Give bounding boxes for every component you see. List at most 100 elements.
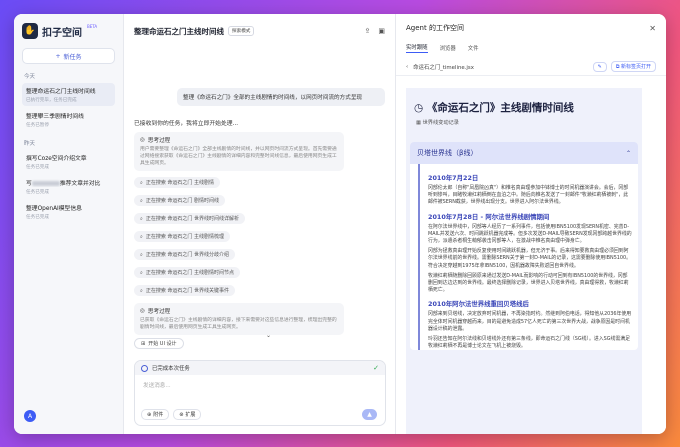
- check-icon: ✓: [373, 364, 379, 372]
- section-header[interactable]: 贝塔世界线（β线） ⌃: [410, 142, 638, 164]
- expand-button[interactable]: ⊛ 扩展: [173, 409, 202, 420]
- beta-badge: BETA: [87, 24, 98, 29]
- task-title: 整理OpenAI模型信息: [26, 206, 82, 212]
- sidebar-task-item[interactable]: 整理OpenAI模型信息 任务已完成: [22, 200, 115, 223]
- clock-icon: ◷: [414, 102, 427, 114]
- chevron-left-icon[interactable]: ‹: [406, 64, 408, 70]
- ui-design-icon: ⊞: [141, 340, 146, 347]
- group-label-yesterday: 昨天: [24, 141, 36, 147]
- open-new-tab-button[interactable]: ⧉ 新标签页打开: [610, 61, 656, 72]
- event-date: 2010年阿尔法世界线重回贝塔线后: [428, 300, 529, 309]
- task-status: 任务已完成: [26, 190, 49, 195]
- thinking-label: 思考过程: [147, 309, 171, 315]
- chat-title: 整理命运石之门主线时间线: [134, 26, 224, 36]
- sidebar-task-item[interactable]: 整理命运石之门主线时间线 已执行完毕，任务已完成: [22, 83, 115, 106]
- chat-header: 整理命运石之门主线时间线 探索模式 ⇪ ▣: [124, 14, 395, 48]
- send-icon: ▲: [367, 411, 372, 418]
- panel-toggle-icon[interactable]: ▣: [378, 27, 385, 35]
- search-icon: ⌕: [140, 215, 143, 222]
- task-status: 任务已完成: [26, 215, 49, 220]
- search-step-label: 正在搜索 命运石之门 主线剧情: [145, 180, 214, 186]
- search-step[interactable]: ⌕ 正在搜索 命运石之门 世界线时间线详解析: [134, 213, 245, 224]
- message-input[interactable]: 发送消息...: [135, 375, 385, 395]
- search-step-label: 正在搜索 命运石之门 世界线时间线详解析: [145, 216, 239, 222]
- brand-name: 扣子空间: [42, 27, 82, 39]
- attach-button[interactable]: ⊕ 附件: [141, 409, 170, 420]
- search-step[interactable]: ⌕ 正在搜索 命运石之门 世界线关键事件: [134, 285, 235, 296]
- event-text: 冈部伦太郎（自称"凤凰院凶真"）和椎名真由理参加中钵博士的时间机器演讲会。会后，…: [428, 185, 629, 206]
- open-new-tab-label: 新标签页打开: [620, 64, 651, 70]
- event-text: 冈部为拯救真由理开始反复使用时间跳跃机器，但无济于事。后来得知要救真由理必须回到…: [428, 248, 632, 269]
- thinking-text: 已获取《命运石之门》主线剧情的详细内容，接下来需要对这些信息进行整理，梳理出完整…: [140, 318, 337, 330]
- user-message: 整理《命运石之门》全部的主线剧情的时间线，以网页时间流的方式呈现: [177, 88, 385, 106]
- avatar[interactable]: A: [24, 410, 36, 422]
- search-step-label: 正在搜索 命运石之门 主线剧情梳理: [145, 234, 224, 240]
- doc-title: ◷ 《命运石之门》主线剧情时间线: [406, 88, 642, 115]
- search-step-label: 正在搜索 命运石之门 世界线分歧介绍: [145, 252, 229, 258]
- doc-title-text: 《命运石之门》主线剧情时间线: [426, 102, 574, 114]
- tab-files[interactable]: 文件: [468, 44, 479, 52]
- event-text: 牧濑红莉栖随删除回顾原来通过发送D-MAIL而影响的行动可回到有IBN5100的…: [428, 272, 629, 294]
- task-title: 撰写Coze空间介绍文章: [26, 156, 87, 162]
- thinking-block[interactable]: ◎ 思考过程 用户需要整理《命运石之门》全部主线剧情的时间线，并以网页时间流方式呈…: [134, 132, 344, 171]
- search-icon: ⌕: [140, 179, 143, 186]
- search-icon: ⌕: [140, 251, 143, 258]
- sidebar-task-item[interactable]: 写推荐文章并对比 任务已完成: [22, 175, 115, 198]
- sidebar-task-item[interactable]: 整理攀三季剧情时间线 任务已暂停: [22, 108, 115, 131]
- assistant-reply: 已接收到你的任务，我将立即开始处理...: [134, 121, 239, 127]
- chevron-up-icon: ⌃: [625, 149, 631, 157]
- plus-icon: +: [55, 52, 61, 60]
- task-done-bar[interactable]: 已完成本次任务 ✓: [135, 361, 385, 375]
- thinking-icon: ◎: [140, 308, 145, 314]
- sidebar: ✋ 扣子空间 BETA + 新任务 今天 整理命运石之门主线时间线 已执行完毕，…: [14, 14, 124, 434]
- search-step[interactable]: ⌕ 正在搜索 命运石之门 主线剧情: [134, 177, 220, 188]
- app-window: ✋ 扣子空间 BETA + 新任务 今天 整理命运石之门主线时间线 已执行完毕，…: [14, 14, 666, 434]
- thinking-label: 思考过程: [147, 138, 171, 144]
- share-icon[interactable]: ⇪: [365, 27, 371, 35]
- search-step[interactable]: ⌕ 正在搜索 命运石之门 世界线分歧介绍: [134, 249, 235, 260]
- task-title: 整理命运石之门主线时间线: [26, 89, 96, 95]
- task-title-prefix: 写: [26, 181, 32, 187]
- workspace-tabs: 实时跟随 浏览器 文件: [396, 42, 666, 54]
- search-step-label: 正在搜索 命运石之门 世界线关键事件: [145, 288, 229, 294]
- task-status: 任务已暂停: [26, 123, 49, 128]
- group-label-today: 今天: [24, 74, 36, 80]
- composer: 已完成本次任务 ✓ 发送消息... ⊕ 附件 ⊛ 扩展 ▲: [134, 360, 386, 426]
- sidebar-task-item[interactable]: 撰写Coze空间介绍文章 任务已完成: [22, 150, 115, 173]
- task-title: 整理攀三季剧情时间线: [26, 114, 84, 120]
- edit-icon[interactable]: ✎: [592, 61, 607, 72]
- section-title: 贝塔世界线（β线）: [417, 149, 478, 157]
- tab-browser[interactable]: 浏览器: [440, 44, 456, 52]
- search-icon: ⌕: [140, 287, 143, 294]
- task-status: 已执行完毕，任务已完成: [26, 98, 77, 103]
- search-step-label: 正在搜索 命运石之门 剧情时间线: [145, 198, 219, 204]
- thinking-icon: ◎: [140, 137, 145, 143]
- brand-logo-icon: ✋: [22, 23, 38, 39]
- doc-subtitle-text: 世界线变动记录: [422, 120, 459, 126]
- event-date: 2010年7月28日 - 阿尔法世界线剧情期间: [428, 212, 550, 221]
- search-step[interactable]: ⌕ 正在搜索 命运石之门 剧情时间线: [134, 195, 225, 206]
- task-status: 任务已完成: [26, 165, 49, 170]
- send-button[interactable]: ▲: [362, 409, 377, 420]
- search-step-label: 正在搜索 命运石之门 主线剧情时间节点: [145, 270, 234, 276]
- event-text: 玲羽还告知在阿尔法线和贝塔线外还有第三条线，即命运石之门线（SG线）。进入SG线…: [428, 336, 631, 350]
- worldline-section: 贝塔世界线（β线） ⌃ 2010年7月22日 冈部伦太郎（自称"凤凰院凶真"）和…: [410, 142, 638, 351]
- mode-badge: 探索模式: [228, 26, 255, 36]
- search-step[interactable]: ⌕ 正在搜索 命运石之门 主线剧情时间节点: [134, 267, 240, 278]
- paperclip-icon: ⊕: [147, 411, 152, 418]
- brand[interactable]: ✋ 扣子空间 BETA: [22, 22, 115, 40]
- close-icon[interactable]: ✕: [649, 24, 656, 33]
- timeline: 2010年7月22日 冈部伦太郎（自称"凤凰院凶真"）和椎名真由理参加中钵博士的…: [418, 164, 638, 351]
- tab-follow[interactable]: 实时跟随: [406, 43, 428, 53]
- new-task-button[interactable]: + 新任务: [22, 48, 115, 64]
- workspace-title: Agent 的工作空间: [406, 24, 464, 32]
- search-step[interactable]: ⌕ 正在搜索 命运石之门 主线剧情梳理: [134, 231, 230, 242]
- attach-label: 附件: [153, 412, 164, 418]
- ui-design-chip[interactable]: ⊞ 开始 UI 设计: [134, 338, 184, 349]
- chevron-down-icon[interactable]: ⌄: [266, 332, 271, 339]
- thinking-block[interactable]: ◎ 思考过程 已获取《命运石之门》主线剧情的详细内容，接下来需要对这些信息进行整理…: [134, 303, 344, 335]
- document-preview: ◷ 《命运石之门》主线剧情时间线 ▦ 世界线变动记录 贝塔世界线（β线） ⌃ 2…: [406, 88, 642, 434]
- event-date: 2010年7月22日: [428, 174, 479, 182]
- task-done-label: 已完成本次任务: [152, 366, 190, 372]
- event-text: 冈部来到贝塔线，决定放弃时间机器，不再染指时约。然继到阿伯电话，得知他从2036…: [428, 311, 632, 332]
